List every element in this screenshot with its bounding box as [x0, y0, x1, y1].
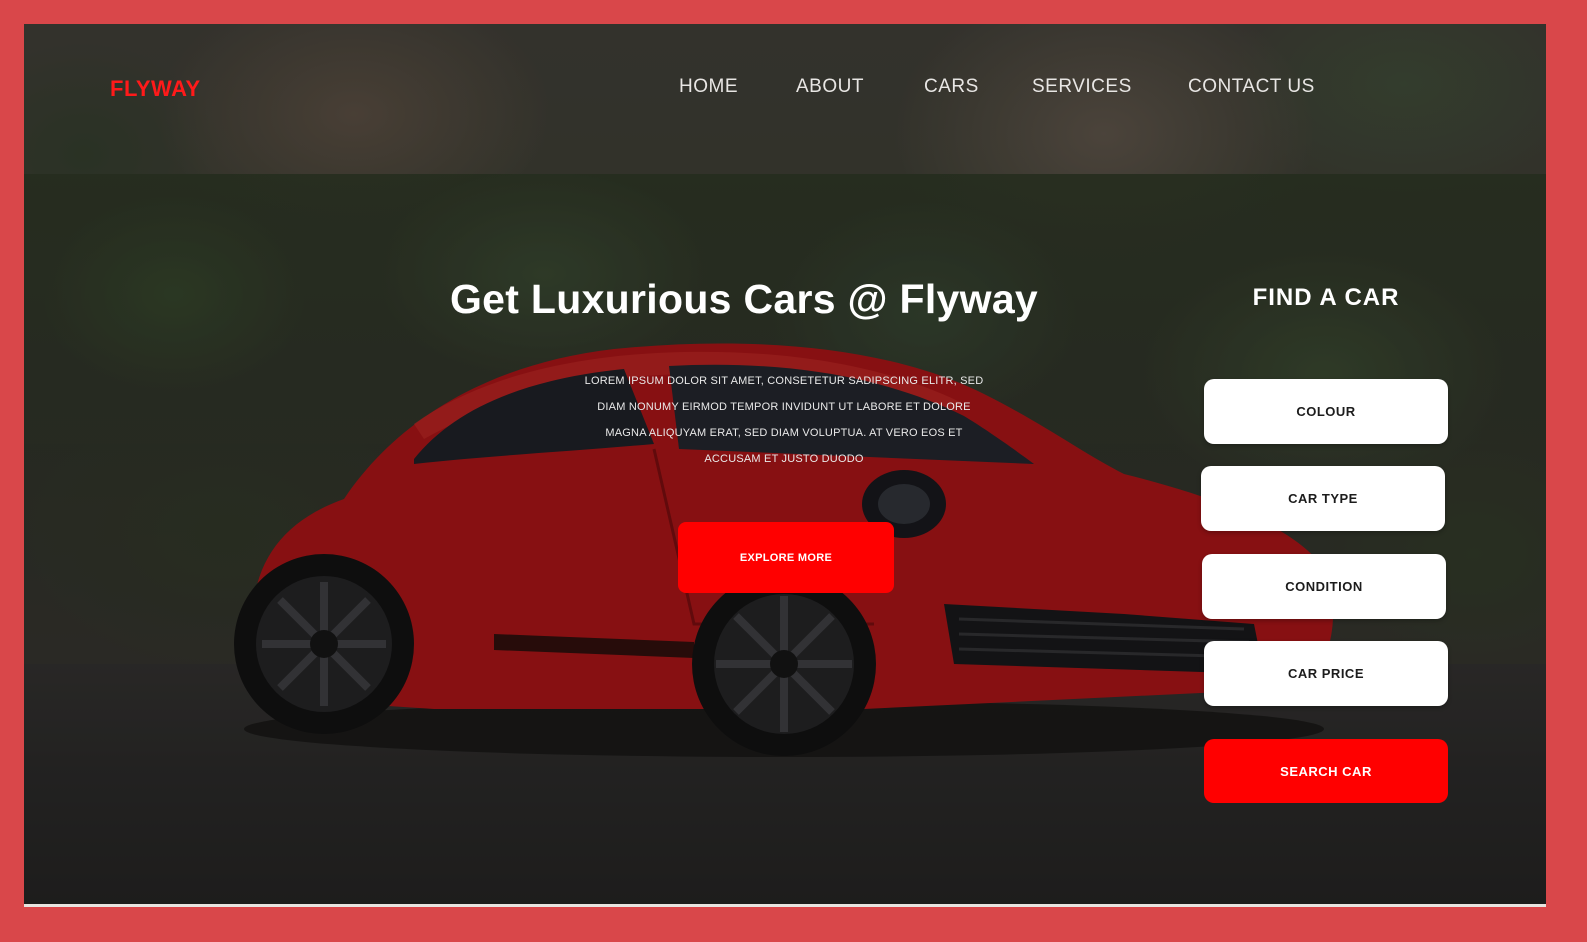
- condition-select[interactable]: CONDITION: [1202, 554, 1446, 619]
- search-car-button[interactable]: SEARCH CAR: [1204, 739, 1448, 803]
- car-type-select[interactable]: CAR TYPE: [1201, 466, 1445, 531]
- hero-title: Get Luxurious Cars @ Flyway: [449, 276, 1039, 322]
- nav-home[interactable]: HOME: [679, 76, 738, 98]
- top-nav: HOME ABOUT CARS SERVICES CONTACT US: [24, 76, 1546, 100]
- explore-more-button[interactable]: EXPLORE MORE: [678, 522, 894, 593]
- find-a-car-title: FIND A CAR: [1252, 284, 1400, 311]
- car-price-select[interactable]: CAR PRICE: [1204, 641, 1448, 706]
- colour-select[interactable]: COLOUR: [1204, 379, 1448, 444]
- nav-about[interactable]: ABOUT: [796, 76, 864, 98]
- hero-frame: FLYWAY HOME ABOUT CARS SERVICES CONTACT …: [24, 24, 1546, 907]
- nav-cars[interactable]: CARS: [924, 76, 979, 98]
- nav-contact-us[interactable]: CONTACT US: [1188, 76, 1315, 98]
- nav-services[interactable]: SERVICES: [1032, 76, 1132, 98]
- hero-description: LOREM IPSUM DOLOR SIT AMET, CONSETETUR S…: [584, 375, 984, 465]
